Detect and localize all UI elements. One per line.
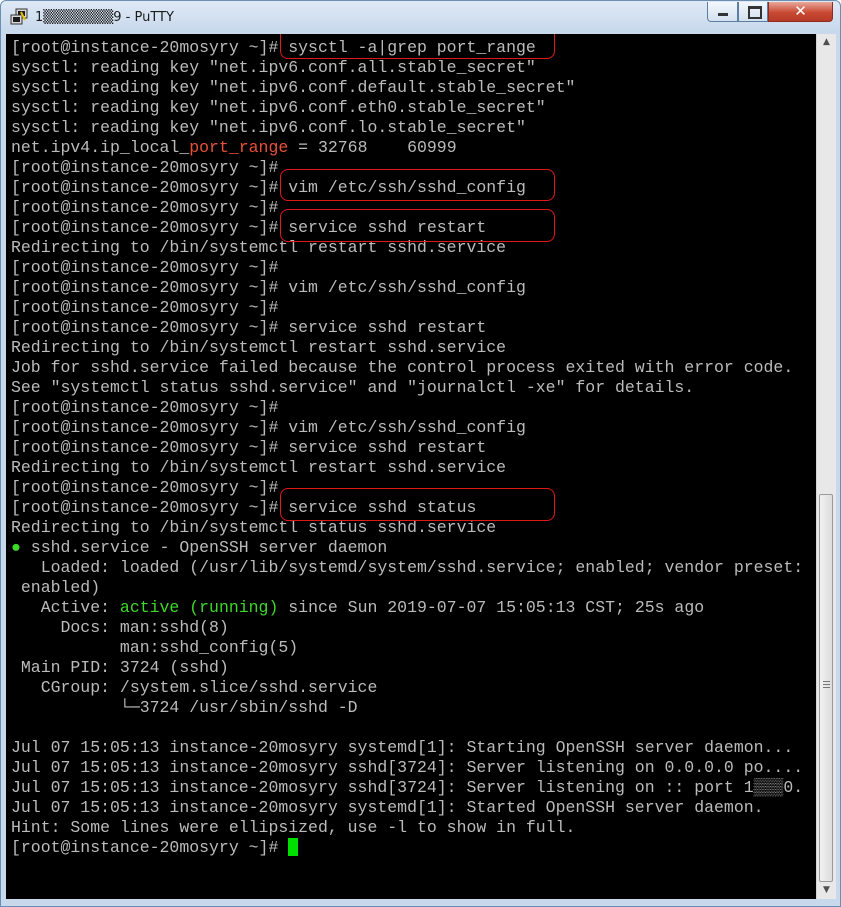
- terminal-text: since Sun 2019-07-07 15:05:13 CST; 25s a…: [278, 598, 705, 617]
- terminal-text: [root@instance-20mosyry ~]#: [11, 258, 279, 277]
- terminal-area[interactable]: [root@instance-20mosyry ~]# sysctl -a|gr…: [6, 34, 816, 899]
- terminal-text: sysctl: reading key "net.ipv6.conf.defau…: [11, 78, 576, 97]
- terminal-line: Jul 07 15:05:13 instance-20mosyry system…: [11, 798, 803, 818]
- terminal-line: ● sshd.service - OpenSSH server daemon: [11, 538, 803, 558]
- terminal-text: [root@instance-20mosyry ~]#: [11, 298, 279, 317]
- minimize-button[interactable]: [707, 2, 738, 22]
- terminal-text: net.ipv4.ip_local_: [11, 138, 190, 157]
- terminal-line: sysctl: reading key "net.ipv6.conf.defau…: [11, 78, 803, 98]
- terminal-text: Redirecting to /bin/systemctl restart ss…: [11, 458, 507, 477]
- minimize-icon: [718, 13, 728, 16]
- scroll-up-icon[interactable]: ▲: [817, 34, 836, 51]
- terminal-line: enabled): [11, 578, 803, 598]
- terminal-line: Jul 07 15:05:13 instance-20mosyry system…: [11, 738, 803, 758]
- terminal-text: [root@instance-20mosyry ~]# service sshd…: [11, 438, 487, 457]
- status-dot-icon: ●: [11, 538, 21, 557]
- terminal-line: Active: active (running) since Sun 2019-…: [11, 598, 803, 618]
- terminal-line: [root@instance-20mosyry ~]#: [11, 258, 803, 278]
- terminal-line: man:sshd_config(5): [11, 638, 803, 658]
- terminal-line: Jul 07 15:05:13 instance-20mosyry sshd[3…: [11, 758, 803, 778]
- terminal-line: Hint: Some lines were ellipsized, use -l…: [11, 818, 803, 838]
- terminal-line: [root@instance-20mosyry ~]#: [11, 298, 803, 318]
- scrollbar-thumb[interactable]: [819, 494, 833, 882]
- terminal-text: man:sshd_config(5): [11, 638, 299, 657]
- maximize-button[interactable]: [738, 2, 768, 22]
- terminal-text: CGroup: /system.slice/sshd.service: [11, 678, 378, 697]
- highlight-status-command: [280, 488, 555, 521]
- terminal-text: sysctl: reading key "net.ipv6.conf.lo.st…: [11, 118, 526, 137]
- terminal-line: Job for sshd.service failed because the …: [11, 358, 803, 378]
- terminal-line: CGroup: /system.slice/sshd.service: [11, 678, 803, 698]
- terminal-text: sysctl: reading key "net.ipv6.conf.all.s…: [11, 58, 536, 77]
- terminal-text: active (running): [119, 598, 279, 617]
- terminal-line: See "systemctl status sshd.service" and …: [11, 378, 803, 398]
- terminal-text: Jul 07 15:05:13 instance-20mosyry system…: [11, 798, 764, 817]
- terminal-text: Docs: man:sshd(8): [11, 618, 229, 637]
- terminal-text: Loaded: loaded (/usr/lib/systemd/system/…: [11, 558, 804, 577]
- terminal-output: [root@instance-20mosyry ~]# sysctl -a|gr…: [11, 38, 803, 858]
- terminal-text: └─3724 /usr/sbin/sshd -D: [11, 698, 358, 717]
- terminal-text: sysctl: reading key "net.ipv6.conf.eth0.…: [11, 98, 546, 117]
- terminal-text: sshd.service - OpenSSH server daemon: [20, 538, 388, 557]
- terminal-line: [root@instance-20mosyry ~]# service sshd…: [11, 318, 803, 338]
- terminal-text: [root@instance-20mosyry ~]# vim /etc/ssh…: [11, 278, 526, 297]
- terminal-text: Redirecting to /bin/systemctl restart ss…: [11, 338, 507, 357]
- terminal-line: Redirecting to /bin/systemctl restart ss…: [11, 458, 803, 478]
- terminal-line: [root@instance-20mosyry ~]#: [11, 398, 803, 418]
- scroll-down-icon[interactable]: ▼: [817, 882, 836, 899]
- terminal-text: enabled): [11, 578, 101, 597]
- terminal-line: [root@instance-20mosyry ~]# service sshd…: [11, 438, 803, 458]
- terminal-line: sysctl: reading key "net.ipv6.conf.lo.st…: [11, 118, 803, 138]
- highlight-vim-command: [280, 169, 555, 201]
- terminal-line: [root@instance-20mosyry ~]# vim /etc/ssh…: [11, 278, 803, 298]
- title-bar[interactable]: 1▒▒▒▒▒▒▒9 - PuTTY ✕: [1, 1, 840, 35]
- terminal-text: Hint: Some lines were ellipsized, use -l…: [11, 818, 576, 837]
- terminal-line: Loaded: loaded (/usr/lib/systemd/system/…: [11, 558, 803, 578]
- terminal-text: [root@instance-20mosyry ~]# vim /etc/ssh…: [11, 418, 526, 437]
- putty-window: 1▒▒▒▒▒▒▒9 - PuTTY ✕ [root@instance-20mos…: [0, 0, 841, 907]
- highlight-sysctl-command: [280, 34, 555, 59]
- terminal-line: sysctl: reading key "net.ipv6.conf.all.s…: [11, 58, 803, 78]
- terminal-text: Jul 07 15:05:13 instance-20mosyry sshd[3…: [11, 778, 804, 797]
- terminal-text: [root@instance-20mosyry ~]#: [11, 398, 279, 417]
- terminal-line: Docs: man:sshd(8): [11, 618, 803, 638]
- terminal-text: Job for sshd.service failed because the …: [11, 358, 794, 377]
- terminal-cursor: [288, 838, 299, 856]
- terminal-text: Active:: [11, 598, 120, 617]
- close-icon: ✕: [794, 2, 807, 20]
- highlight-restart-command: [280, 209, 555, 242]
- close-button[interactable]: ✕: [768, 2, 833, 22]
- terminal-text: See "systemctl status sshd.service" and …: [11, 378, 695, 397]
- terminal-line: net.ipv4.ip_local_port_range = 32768 609…: [11, 138, 803, 158]
- terminal-line: sysctl: reading key "net.ipv6.conf.eth0.…: [11, 98, 803, 118]
- terminal-text: Jul 07 15:05:13 instance-20mosyry sshd[3…: [11, 758, 804, 777]
- terminal-text: [root@instance-20mosyry ~]#: [11, 838, 289, 857]
- terminal-line: Main PID: 3724 (sshd): [11, 658, 803, 678]
- terminal-text: Jul 07 15:05:13 instance-20mosyry system…: [11, 738, 794, 757]
- maximize-icon: [748, 6, 762, 19]
- terminal-text: [root@instance-20mosyry ~]#: [11, 158, 279, 177]
- putty-icon[interactable]: [10, 8, 28, 26]
- terminal-line: Jul 07 15:05:13 instance-20mosyry sshd[3…: [11, 778, 803, 798]
- terminal-line: [root@instance-20mosyry ~]#: [11, 838, 803, 858]
- terminal-text: [root@instance-20mosyry ~]# service sshd…: [11, 318, 487, 337]
- terminal-text: port_range: [189, 138, 289, 157]
- window-title: 1▒▒▒▒▒▒▒9 - PuTTY: [35, 10, 174, 25]
- scrollbar-grip-icon: [823, 681, 830, 688]
- terminal-line: Redirecting to /bin/systemctl restart ss…: [11, 338, 803, 358]
- terminal-text: [root@instance-20mosyry ~]#: [11, 198, 279, 217]
- terminal-text: [root@instance-20mosyry ~]#: [11, 478, 279, 497]
- terminal-line: [root@instance-20mosyry ~]# vim /etc/ssh…: [11, 418, 803, 438]
- vertical-scrollbar[interactable]: ▲ ▼: [816, 34, 836, 899]
- terminal-line: Redirecting to /bin/systemctl status ssh…: [11, 518, 803, 538]
- terminal-text: Main PID: 3724 (sshd): [11, 658, 229, 677]
- terminal-line: └─3724 /usr/sbin/sshd -D: [11, 698, 803, 718]
- terminal-text: = 32768 60999: [288, 138, 457, 157]
